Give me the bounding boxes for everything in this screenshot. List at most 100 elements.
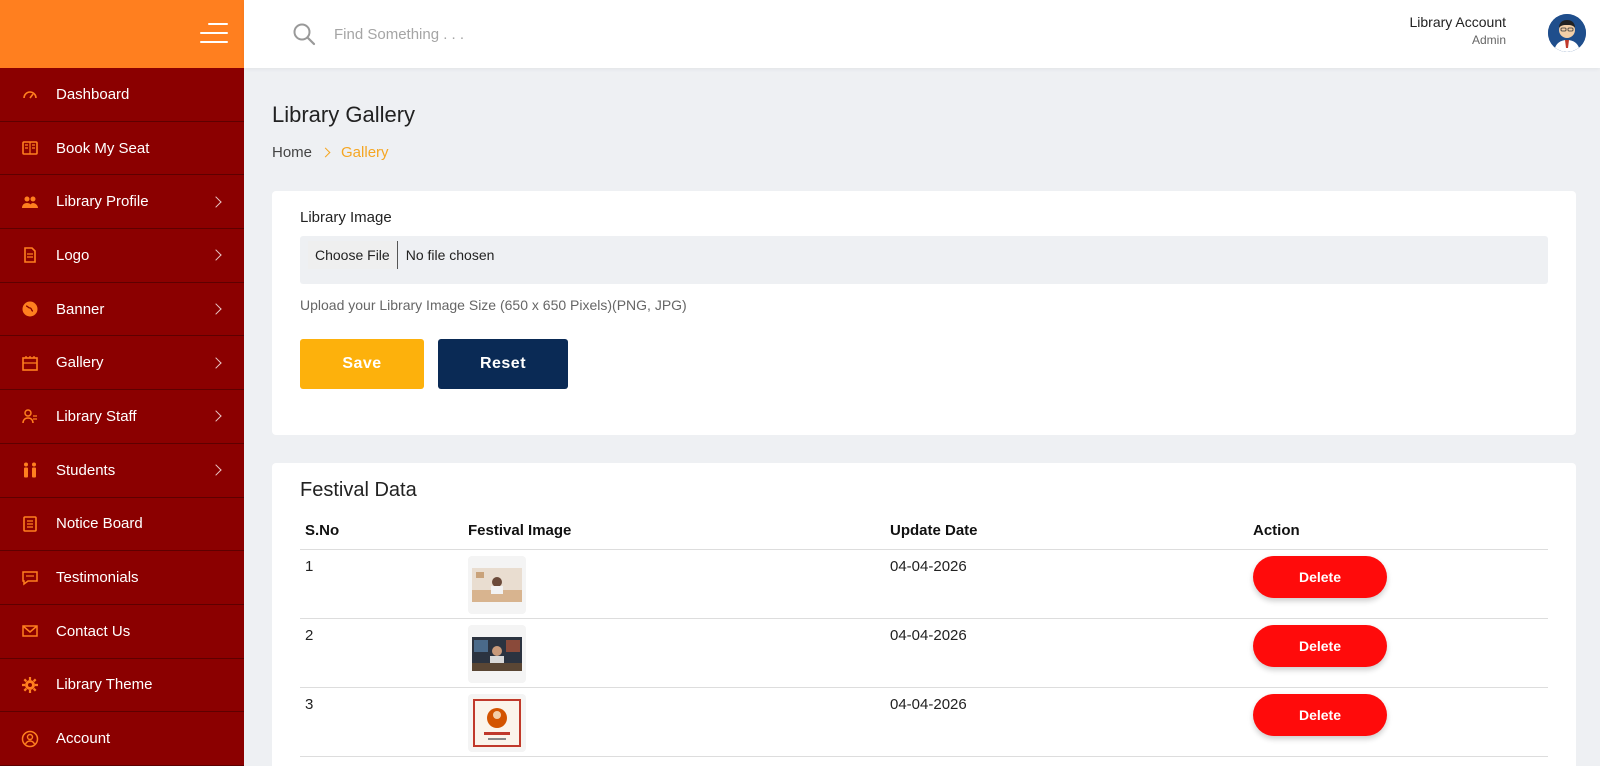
breadcrumb: Home Gallery bbox=[272, 144, 1576, 161]
sidebar-item-label: Logo bbox=[56, 246, 90, 264]
cell-action: Delete bbox=[1248, 687, 1548, 757]
sidebar-item-dashboard[interactable]: Dashboard bbox=[0, 68, 244, 122]
sidebar-item-testimonials[interactable]: Testimonials bbox=[0, 551, 244, 605]
sidebar-item-library-staff[interactable]: Library Staff bbox=[0, 390, 244, 444]
chevron-right-icon bbox=[320, 147, 331, 158]
column-header-date: Update Date bbox=[885, 518, 1248, 550]
chevron-right-icon bbox=[210, 410, 222, 423]
account-role: Admin bbox=[1471, 33, 1506, 47]
table-row: 2 04-04-2026 Delete bbox=[300, 618, 1548, 688]
notice-board-icon bbox=[20, 514, 40, 534]
students-icon bbox=[20, 460, 40, 480]
delete-button[interactable]: Delete bbox=[1253, 694, 1387, 736]
sidebar-item-label: Banner bbox=[56, 300, 105, 318]
column-header-action: Action bbox=[1248, 518, 1548, 550]
account-name: Library Account bbox=[1409, 14, 1507, 30]
sidebar-item-students[interactable]: Students bbox=[0, 444, 244, 498]
cell-date: 04-04-2026 bbox=[885, 687, 1248, 757]
cell-date: 04-04-2026 bbox=[885, 618, 1248, 688]
main-content: Library Gallery Home Gallery Library Ima… bbox=[272, 68, 1576, 766]
file-status: No file chosen bbox=[405, 247, 495, 263]
sidebar-item-label: Testimonials bbox=[56, 569, 139, 587]
sidebar-item-library-theme[interactable]: Library Theme bbox=[0, 659, 244, 713]
gallery-icon bbox=[20, 353, 40, 373]
save-button[interactable]: Save bbox=[300, 339, 424, 389]
chevron-right-icon bbox=[210, 303, 222, 315]
sidebar-item-gallery[interactable]: Gallery bbox=[0, 336, 244, 391]
cell-action: Delete bbox=[1248, 549, 1548, 619]
search-icon[interactable] bbox=[292, 22, 316, 46]
user-circle-icon bbox=[20, 729, 40, 749]
cell-image bbox=[463, 687, 885, 757]
chevron-right-icon bbox=[210, 357, 222, 369]
festival-table: S.No Festival Image Update Date Action 1… bbox=[300, 518, 1548, 757]
brand-bar bbox=[0, 0, 244, 68]
users-icon bbox=[20, 192, 40, 212]
table-row: 1 04-04-2026 Delete bbox=[300, 549, 1548, 619]
festival-thumbnail[interactable] bbox=[468, 694, 526, 752]
account-info[interactable]: Library Account Admin bbox=[1410, 14, 1507, 47]
gear-icon bbox=[20, 675, 40, 695]
cell-image bbox=[463, 549, 885, 619]
file-input[interactable]: Choose File No file chosen bbox=[300, 236, 1548, 284]
upload-card: Library Image Choose File No file chosen… bbox=[272, 191, 1576, 435]
cell-date: 04-04-2026 bbox=[885, 549, 1248, 619]
library-image-label: Library Image bbox=[300, 209, 392, 226]
festival-thumbnail[interactable] bbox=[468, 625, 526, 683]
sidebar-item-label: Notice Board bbox=[56, 515, 143, 533]
sidebar-item-banner[interactable]: Banner bbox=[0, 283, 244, 337]
sidebar-item-label: Dashboard bbox=[56, 85, 130, 103]
column-header-image: Festival Image bbox=[463, 518, 885, 550]
sidebar-item-library-profile[interactable]: Library Profile bbox=[0, 175, 244, 230]
sidebar: Dashboard Book My Seat Library Profile L… bbox=[0, 0, 244, 766]
speedometer-icon bbox=[20, 84, 40, 104]
festival-thumbnail[interactable] bbox=[468, 556, 526, 614]
topbar: Library Account Admin bbox=[244, 0, 1600, 68]
breadcrumb-home[interactable]: Home bbox=[272, 144, 312, 161]
book-icon bbox=[20, 138, 40, 158]
form-actions: Save Reset bbox=[300, 339, 1548, 389]
table-header-row: S.No Festival Image Update Date Action bbox=[300, 518, 1548, 550]
sidebar-item-contact-us[interactable]: Contact Us bbox=[0, 605, 244, 659]
page-title: Library Gallery bbox=[272, 102, 416, 127]
sidebar-item-label: Gallery bbox=[56, 354, 104, 372]
mail-icon bbox=[20, 621, 40, 641]
hamburger-menu-icon[interactable] bbox=[200, 23, 228, 45]
choose-file-button[interactable]: Choose File bbox=[308, 241, 398, 269]
breadcrumb-current: Gallery bbox=[341, 144, 389, 161]
cell-sno: 3 bbox=[300, 687, 463, 757]
sidebar-item-book-my-seat[interactable]: Book My Seat bbox=[0, 122, 244, 176]
sidebar-item-label: Account bbox=[56, 730, 111, 748]
avatar[interactable] bbox=[1548, 14, 1586, 52]
delete-button[interactable]: Delete bbox=[1253, 556, 1387, 598]
table-title: Festival Data bbox=[300, 479, 417, 501]
chevron-right-icon bbox=[210, 464, 222, 476]
table-row: 3 04-04-2026 Delete bbox=[300, 687, 1548, 757]
sidebar-item-label: Library Profile bbox=[56, 193, 149, 211]
chevron-right-icon bbox=[210, 249, 222, 262]
search-input[interactable] bbox=[334, 20, 734, 48]
upload-hint: Upload your Library Image Size (650 x 65… bbox=[300, 297, 687, 313]
document-icon bbox=[20, 245, 40, 265]
globe-icon bbox=[20, 299, 40, 319]
sidebar-item-label: Library Theme bbox=[56, 676, 153, 694]
sidebar-item-logo[interactable]: Logo bbox=[0, 229, 244, 283]
sidebar-item-notice-board[interactable]: Notice Board bbox=[0, 498, 244, 552]
sidebar-item-label: Students bbox=[56, 461, 116, 479]
sidebar-item-label: Book My Seat bbox=[56, 139, 150, 157]
sidebar-nav: Dashboard Book My Seat Library Profile L… bbox=[0, 68, 244, 766]
staff-icon bbox=[20, 406, 40, 426]
festival-table-card: Festival Data S.No Festival Image Update… bbox=[272, 463, 1576, 766]
sidebar-item-label: Library Staff bbox=[56, 407, 137, 425]
sidebar-item-label: Contact Us bbox=[56, 622, 131, 640]
column-header-sno: S.No bbox=[300, 518, 463, 550]
cell-sno: 2 bbox=[300, 618, 463, 688]
sidebar-item-account[interactable]: Account bbox=[0, 712, 244, 766]
cell-sno: 1 bbox=[300, 549, 463, 619]
cell-action: Delete bbox=[1248, 618, 1548, 688]
chat-icon bbox=[20, 568, 40, 588]
reset-button[interactable]: Reset bbox=[438, 339, 568, 389]
cell-image bbox=[463, 618, 885, 688]
delete-button[interactable]: Delete bbox=[1253, 625, 1387, 667]
chevron-right-icon bbox=[210, 196, 222, 208]
